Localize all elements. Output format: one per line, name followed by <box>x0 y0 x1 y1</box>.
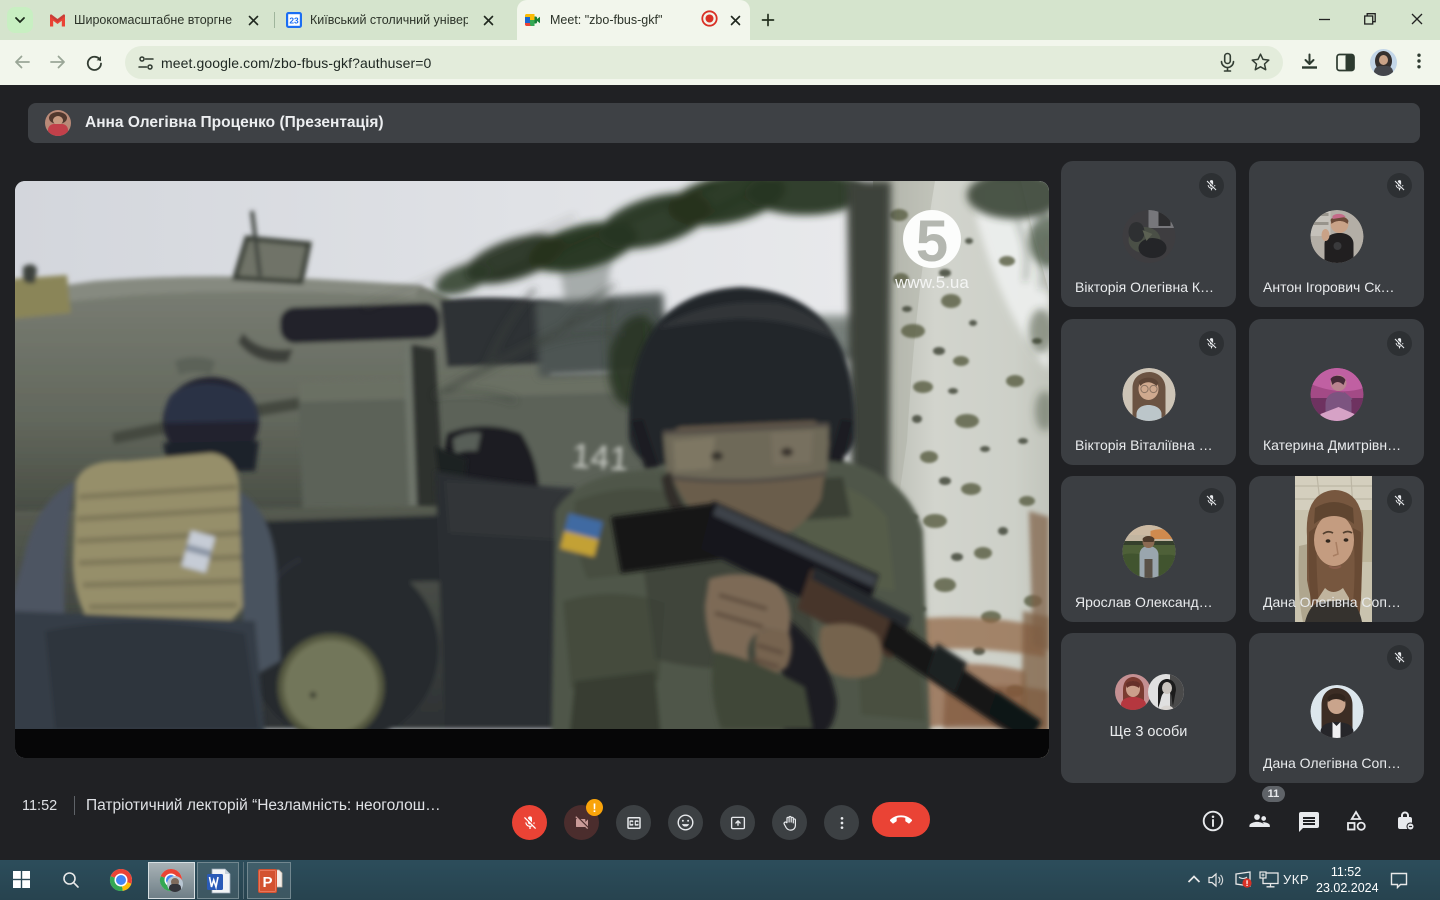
svg-text:141: 141 <box>570 437 629 479</box>
svg-text:www.5.ua: www.5.ua <box>894 273 969 292</box>
svg-text:P: P <box>262 874 272 891</box>
svg-text:5: 5 <box>916 209 948 274</box>
svg-text:23: 23 <box>289 16 299 26</box>
